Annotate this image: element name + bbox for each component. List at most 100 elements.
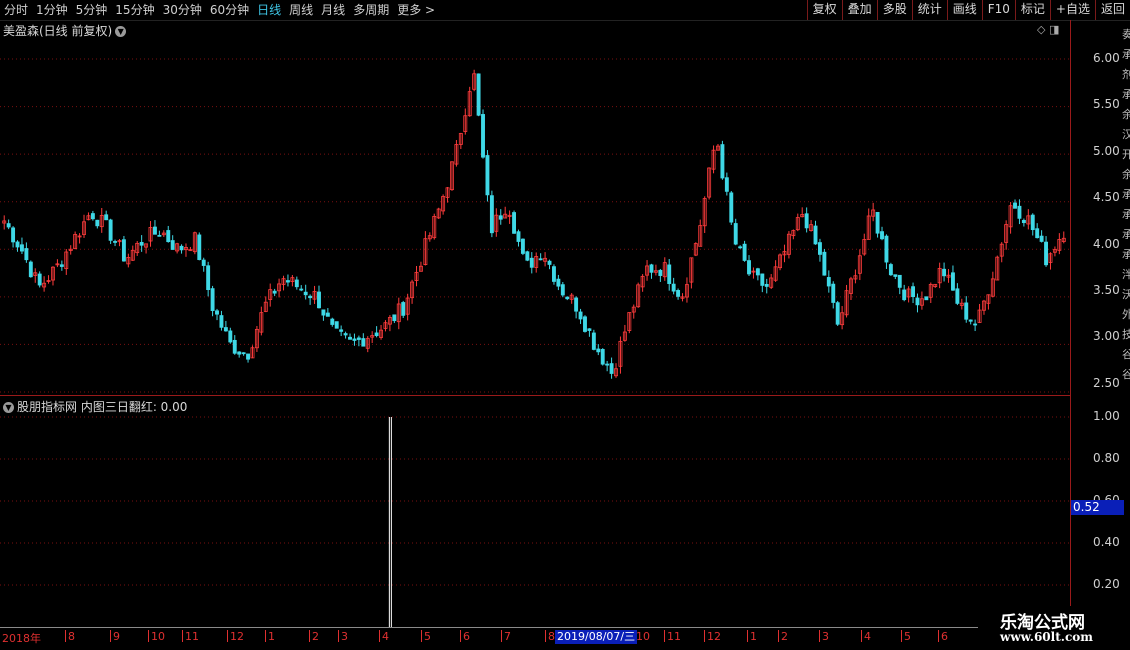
date-axis-label: 7 [504,630,511,643]
right-strip-char: 承 [1122,228,1130,241]
candle-body [24,248,29,261]
candle-body [139,241,144,246]
candle-body [591,332,596,350]
date-axis-tick [747,630,748,642]
candle-body [166,230,171,243]
candle-body [529,257,534,268]
date-axis-tick [938,630,939,642]
price-axis-label: 4.00 [1093,237,1120,251]
candle-body [28,261,33,278]
candle-body [600,349,605,365]
candle-body [556,278,561,287]
indicator-axis-label: 0.80 [1093,451,1120,465]
candle-body [334,321,339,329]
candle-body [671,283,676,292]
candle-body [104,214,109,221]
candle-body [113,241,118,243]
candle-body [729,192,734,223]
right-strip-char: 开 [1122,148,1130,161]
right-info-strip[interactable]: 奏承剂承余汉开余承承承承泮沃外技谷谷 [1122,20,1130,628]
candle-body [197,234,202,260]
candle-body [760,273,765,286]
candle-body [822,251,827,276]
price-axis-label: 3.00 [1093,329,1120,343]
date-axis-label: 3 [341,630,348,643]
candle-body [950,272,955,291]
date-axis-label: 2018年 [2,632,41,645]
candle-body [551,266,556,282]
candle-body [875,211,880,234]
candle-body [374,332,379,337]
date-axis-label: 5 [904,630,911,643]
date-axis-tick [110,630,111,642]
candle-body [237,351,242,355]
candle-body [565,296,570,300]
right-strip-char: 承 [1122,48,1130,61]
candle-body [764,283,769,287]
candle-body [228,330,233,343]
right-strip-char: 承 [1122,248,1130,261]
date-axis-tick [545,630,546,642]
date-axis-tick [265,630,266,642]
date-axis: 2018年89101112123456789101112123456 [0,630,980,646]
candle-body [121,239,126,262]
indicator-axis-label: 0.40 [1093,535,1120,549]
candle-body [170,240,175,250]
candle-body [19,244,24,252]
date-axis-label: 12 [707,630,721,643]
candle-body [733,223,738,245]
price-axis-label: 2.50 [1093,376,1120,390]
candle-body [547,260,552,265]
date-axis-tick [421,630,422,642]
right-strip-char: 外 [1122,308,1130,321]
indicator-axis-label: 0.20 [1093,577,1120,591]
diamond-icon[interactable]: ◇ [1037,23,1045,36]
date-axis-tick [338,630,339,642]
candle-body [1044,241,1049,266]
candle-body [352,338,357,341]
indicator-title[interactable]: ▼ 股朋指标网 内图三日翻红: 0.00 [3,398,187,415]
candle-body [59,264,64,267]
chart-view-icons: ◇ ◨ [1037,23,1059,36]
right-strip-char: 谷 [1122,348,1130,361]
right-strip-char: 承 [1122,188,1130,201]
candle-body [578,311,583,320]
candle-body [330,318,335,325]
watermark-url: www.60lt.com [1000,630,1093,644]
candle-body [481,114,485,158]
right-strip-char: 谷 [1122,368,1130,381]
date-axis-tick [148,630,149,642]
candle-body [738,246,743,249]
date-axis-tick [379,630,380,642]
right-strip-char: 余 [1122,168,1130,181]
candle-body [831,283,836,303]
chart-canvas[interactable] [0,0,1130,650]
chevron-down-icon[interactable]: ▼ [3,402,14,413]
candle-body [152,226,157,235]
chevron-down-icon[interactable]: ▼ [115,26,127,37]
candle-body [747,260,751,275]
date-axis-tick [460,630,461,642]
candle-body [804,213,809,229]
candle-body [294,279,299,288]
candle-body [587,328,592,331]
main-chart-title[interactable]: 美盈森(日线 前复权) ▼ [3,22,127,39]
candle-body [884,235,889,263]
candle-body [512,212,517,234]
candle-body [817,242,822,255]
date-axis-label: 1 [268,630,275,643]
candle-body [893,274,898,277]
right-strip-char: 泮 [1122,268,1130,281]
candle-body [516,231,521,242]
candle-body [321,309,326,316]
candle-body [246,353,251,360]
right-strip-char: 剂 [1122,68,1130,81]
candle-body [605,363,610,366]
candle-body [299,288,304,291]
candle-body [232,339,237,354]
candle-body [210,288,215,312]
candle-body [955,288,960,304]
window-toggle-icon[interactable]: ◨ [1049,23,1059,36]
candle-body [401,302,406,316]
candle-body [325,312,330,317]
